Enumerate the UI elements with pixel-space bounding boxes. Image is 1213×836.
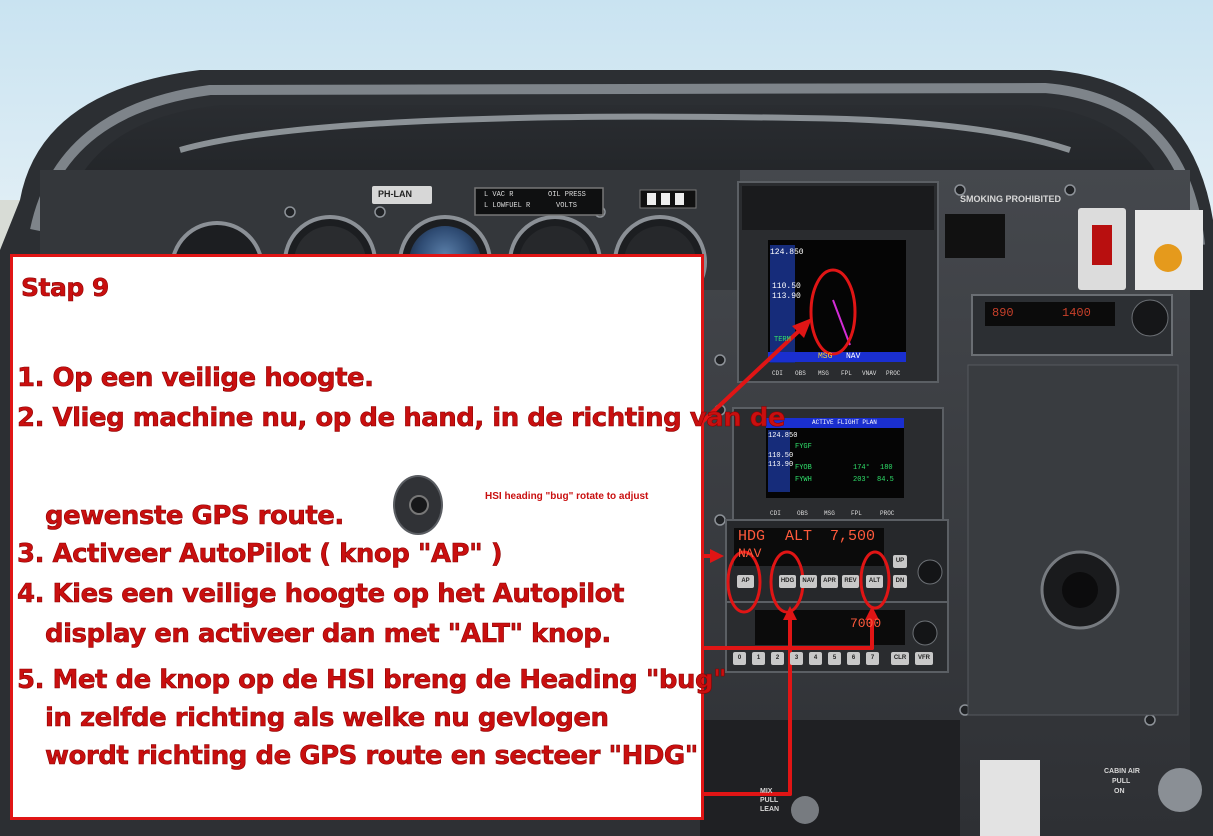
transponder-key-5[interactable]: 5 xyxy=(828,652,841,665)
autopilot-ap-button[interactable]: AP xyxy=(737,575,754,588)
autopilot-rev-button[interactable]: REV xyxy=(842,575,859,588)
instruction-step-4: 4. Kies een veilige hoogte op het Autopi… xyxy=(17,579,625,610)
gps2-softkey-proc[interactable]: PROC xyxy=(880,510,894,517)
autopilot-nav-button[interactable]: NAV xyxy=(800,575,817,588)
gps-nav-standby-frequency: 113.90 xyxy=(772,292,801,301)
flightplan-waypoint: FYOB xyxy=(795,464,812,472)
annunciator-volts: VOLTS xyxy=(556,202,578,210)
aircraft-registration-plate: PH-LAN xyxy=(378,189,412,199)
cabin-air-on-label: ON xyxy=(1114,788,1125,795)
gps-msg-annunciator: MSG xyxy=(818,352,833,361)
cabin-air-label: CABIN AIR xyxy=(1104,768,1140,775)
autopilot-altitude-readout: 7,500 xyxy=(830,528,876,545)
transponder-vfr-button[interactable]: VFR xyxy=(915,652,933,665)
hsi-heading-bug-note: HSI heading "bug" rotate to adjust xyxy=(485,491,649,502)
flightplan-waypoint: FYGF xyxy=(795,443,812,451)
gps-softkey-cdi[interactable]: CDI xyxy=(772,370,783,377)
annunciator-oil-press: OIL PRESS xyxy=(548,191,586,199)
autopilot-alt-button[interactable]: ALT xyxy=(866,575,883,588)
gps-softkey-proc[interactable]: PROC xyxy=(886,370,900,377)
step-title: Stap 9 xyxy=(21,273,110,303)
gps-softkey-msg[interactable]: MSG xyxy=(818,370,829,377)
mixture-label: MIX xyxy=(760,788,773,795)
smoking-prohibited-sign: SMOKING PROHIBITED xyxy=(960,194,1062,204)
mixture-lean-label: LEAN xyxy=(760,806,780,813)
instruction-step-2: 2. Vlieg machine nu, op de hand, in de r… xyxy=(17,403,786,434)
instruction-step-5-final: wordt richting de GPS route en secteer "… xyxy=(45,741,699,772)
gps-com-frequency: 124.850 xyxy=(770,248,804,257)
flightplan-dis: 180 xyxy=(880,464,893,472)
gps-softkey-obs[interactable]: OBS xyxy=(795,370,806,377)
instruction-step-5: 5. Met de knop op de HSI breng de Headin… xyxy=(17,665,727,696)
gps2-nav-standby-frequency: 113.90 xyxy=(768,461,794,469)
autopilot-lateral-mode: HDG xyxy=(738,528,766,545)
hsi-knob-icon xyxy=(393,475,443,535)
transponder-key-2[interactable]: 2 xyxy=(771,652,784,665)
transponder-key-1[interactable]: 1 xyxy=(752,652,765,665)
gps-softkey-vnav[interactable]: VNAV xyxy=(862,370,876,377)
cabin-air-pull-label: PULL xyxy=(1112,778,1131,785)
transponder-key-0[interactable]: 0 xyxy=(733,652,746,665)
flightplan-dis: 84.5 xyxy=(877,476,894,484)
instruction-step-5-continued: in zelfde richting als welke nu gevlogen xyxy=(45,703,610,734)
radio-active-frequency: 890 xyxy=(992,306,1014,320)
instruction-panel: Stap 9 1. Op een veilige hoogte. 2. Vlie… xyxy=(10,254,786,820)
gps2-softkey-cdi[interactable]: CDI xyxy=(770,510,781,517)
instruction-step-4-continued: display en activeer dan met "ALT" knop. xyxy=(45,619,612,650)
gps-nav-frequency: 110.50 xyxy=(772,282,801,291)
instruction-step-3: 3. Activeer AutoPilot ( knop "AP" ) xyxy=(17,539,503,570)
instruction-step-2-continued: gewenste GPS route. xyxy=(45,501,345,532)
flightplan-waypoint: FYWH xyxy=(795,476,812,484)
gps2-nav-frequency: 110.50 xyxy=(768,452,794,460)
radio-standby-frequency: 1400 xyxy=(1062,306,1091,320)
transponder-key-7[interactable]: 7 xyxy=(866,652,879,665)
instruction-step-1: 1. Op een veilige hoogte. xyxy=(17,363,375,394)
annunciator-vac: L VAC R xyxy=(484,191,514,199)
autopilot-dn-button[interactable]: DN xyxy=(893,575,907,588)
gps2-softkey-fpl[interactable]: FPL xyxy=(851,510,862,517)
autopilot-up-button[interactable]: UP xyxy=(893,555,907,568)
gps-flightplan-header: ACTIVE FLIGHT PLAN xyxy=(812,419,877,426)
gps-softkey-fpl[interactable]: FPL xyxy=(841,370,852,377)
annunciator-lowfuel: L LOWFUEL R xyxy=(484,202,531,210)
autopilot-apr-button[interactable]: APR xyxy=(821,575,838,588)
gps-nav-annunciator: NAV xyxy=(846,352,861,361)
autopilot-vertical-mode: ALT xyxy=(785,528,813,545)
gps2-softkey-msg[interactable]: MSG xyxy=(824,510,835,517)
mixture-pull-label: PULL xyxy=(760,797,779,804)
autopilot-hdg-button[interactable]: HDG xyxy=(779,575,796,588)
transponder-key-3[interactable]: 3 xyxy=(790,652,803,665)
gps-term-indicator: TERM xyxy=(774,336,791,344)
transponder-clr-button[interactable]: CLR xyxy=(891,652,909,665)
autopilot-armed-mode: NAV xyxy=(738,546,762,561)
flightplan-dtk: 203° xyxy=(853,476,870,484)
transponder-key-6[interactable]: 6 xyxy=(847,652,860,665)
gps2-softkey-obs[interactable]: OBS xyxy=(797,510,808,517)
flightplan-dtk: 174° xyxy=(853,464,870,472)
gps2-com-frequency: 124.850 xyxy=(768,432,798,440)
transponder-code: 7000 xyxy=(850,616,882,631)
transponder-key-4[interactable]: 4 xyxy=(809,652,822,665)
